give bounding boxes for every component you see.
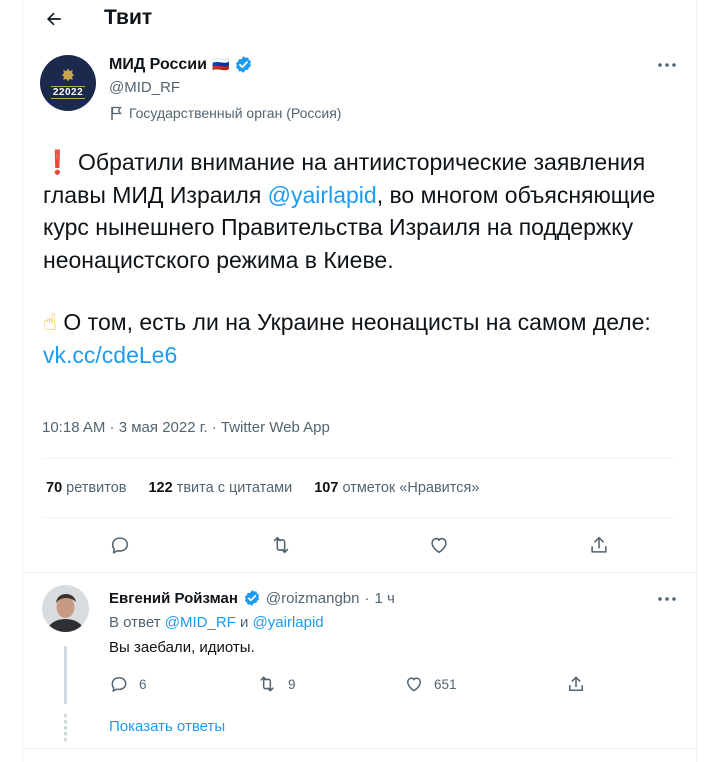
reply-icon — [111, 677, 127, 692]
page-title: Твит — [104, 6, 153, 29]
retweets-count: 70 — [46, 480, 63, 496]
reply-icon — [111, 537, 129, 554]
tweet-text: ❗ Обратили внимание на антиисторические … — [43, 146, 683, 371]
retweet-icon — [273, 536, 289, 554]
quotes-label: твита с цитатами — [176, 480, 293, 496]
quotes-count: 122 — [148, 480, 173, 496]
tweet-date[interactable]: 3 мая 2022 г. — [119, 419, 208, 436]
show-replies-link[interactable]: Показать ответы — [109, 718, 225, 735]
thread-line — [64, 646, 67, 704]
tweet-source[interactable]: Twitter Web App — [221, 419, 330, 436]
divider — [43, 517, 675, 518]
pointing-up-emoji-icon: ☝ — [43, 309, 58, 335]
reply-retweet-button[interactable]: 9 — [256, 674, 296, 694]
reply-more-button[interactable] — [655, 587, 679, 611]
back-button[interactable] — [36, 4, 72, 34]
heart-icon — [407, 677, 421, 692]
reply-author-handle[interactable]: @roizmangbn — [266, 590, 360, 607]
person-photo-icon — [42, 585, 89, 632]
mention-yairlapid-link[interactable]: @yairlapid — [268, 182, 377, 208]
exclamation-emoji-icon: ❗ — [43, 149, 72, 175]
reply-time[interactable]: 1 ч — [375, 590, 395, 607]
quotes-stat[interactable]: 122 твита с цитатами — [148, 480, 292, 496]
mention-mid-rf-link[interactable]: @MID_RF — [165, 614, 236, 631]
tweet-stats: 70 ретвитов 122 твита с цитатами 107 отмето… — [46, 480, 479, 496]
government-label-text: Государственный орган (Россия) — [129, 105, 342, 121]
reply-share-button[interactable] — [566, 674, 586, 694]
heart-icon — [431, 537, 447, 554]
vk-link[interactable]: vk.cc/cdeLe6 — [43, 342, 177, 368]
more-dots-icon — [658, 597, 676, 601]
eagle-emblem-icon — [61, 68, 75, 82]
verified-badge-icon — [244, 590, 260, 606]
more-options-button[interactable] — [655, 53, 679, 77]
government-label: Государственный орган (Россия) — [110, 105, 341, 121]
share-icon — [569, 676, 583, 691]
reply-likes-count: 651 — [434, 676, 457, 692]
reply-button[interactable] — [100, 525, 140, 565]
author-name-row[interactable]: МИД России 🇷🇺 — [109, 55, 253, 74]
retweet-button[interactable] — [261, 525, 301, 565]
reply-author-name[interactable]: Евгений Ройзман — [109, 590, 238, 607]
replying-to-prefix: В ответ — [109, 614, 161, 631]
avatar-year: 22022 — [50, 86, 86, 99]
verified-badge-icon — [236, 56, 252, 73]
retweet-icon — [260, 676, 274, 692]
tweet-time[interactable]: 10:18 AM — [42, 419, 105, 436]
tweet-text-part: О том, есть ли на Украине неонацисты на … — [57, 309, 651, 335]
reply-header: Евгений Ройзман @roizmangbn · 1 ч — [109, 589, 395, 607]
author-name: МИД России — [109, 55, 207, 73]
tweet-meta: 10:18 AM · 3 мая 2022 г. · Twitter Web A… — [42, 419, 330, 436]
thread-dots — [64, 714, 67, 744]
tweet-paragraph-2: ☝ О том, есть ли на Украине неонацисты н… — [43, 306, 683, 371]
divider — [22, 748, 697, 749]
likes-count: 107 — [314, 480, 339, 496]
reply-reply-button[interactable]: 6 — [109, 674, 147, 694]
arrow-left-icon — [47, 12, 61, 26]
meta-separator: · — [207, 419, 221, 436]
retweets-label: ретвитов — [66, 480, 127, 496]
author-handle[interactable]: @MID_RF — [109, 79, 180, 96]
share-icon — [591, 536, 607, 553]
share-button[interactable] — [579, 525, 619, 565]
retweets-stat[interactable]: 70 ретвитов — [46, 480, 126, 496]
likes-label: отметок «Нравится» — [342, 480, 480, 496]
tweet-paragraph-1: ❗ Обратили внимание на антиисторические … — [43, 146, 683, 276]
reply-separator: · — [364, 589, 370, 607]
more-dots-icon — [658, 63, 676, 67]
like-button[interactable] — [419, 525, 459, 565]
author-avatar[interactable]: 22022 — [40, 55, 96, 111]
divider — [22, 572, 697, 573]
divider — [43, 458, 675, 459]
likes-stat[interactable]: 107 отметок «Нравится» — [314, 480, 479, 496]
flag-icon: 🇷🇺 — [211, 56, 230, 72]
reply-author-avatar[interactable] — [42, 585, 89, 632]
reply-like-button[interactable]: 651 — [404, 674, 457, 694]
mention-yairlapid-link[interactable]: @yairlapid — [253, 614, 324, 631]
flag-outline-icon — [111, 106, 122, 120]
replying-to-conj: и — [239, 614, 249, 631]
reply-text: Вы заебали, идиоты. — [109, 639, 255, 656]
meta-separator: · — [105, 419, 119, 436]
reply-retweets-count: 9 — [288, 676, 296, 692]
replying-to: В ответ @MID_RF и @yairlapid — [109, 614, 324, 631]
reply-replies-count: 6 — [139, 676, 147, 692]
